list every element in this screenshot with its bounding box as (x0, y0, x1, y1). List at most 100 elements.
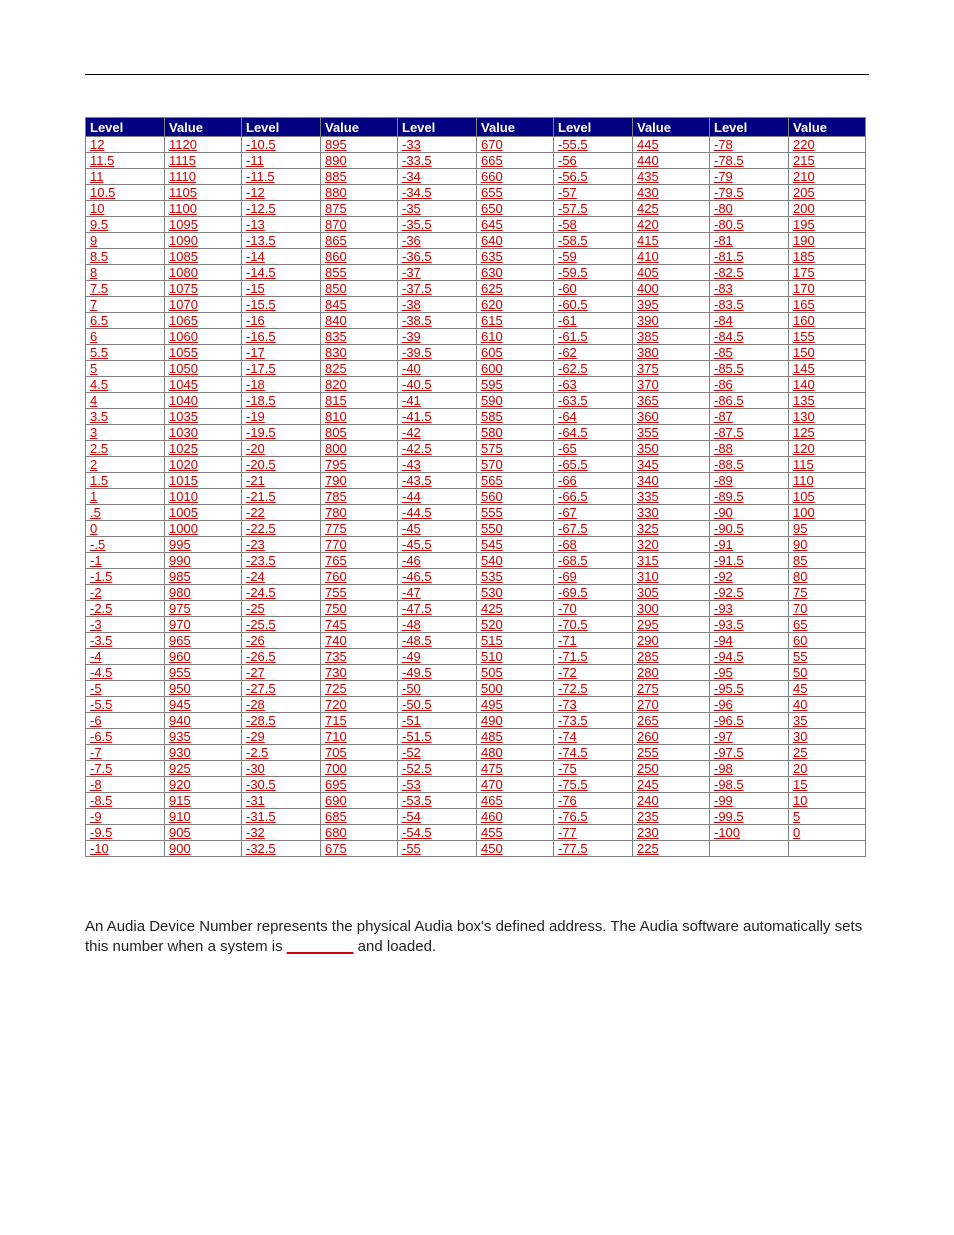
level-link[interactable]: -72 (558, 665, 577, 680)
level-link[interactable]: -26 (246, 633, 265, 648)
compiled-link[interactable]: ________ (287, 938, 354, 955)
value-link[interactable]: 350 (637, 441, 659, 456)
level-link[interactable]: -100 (714, 825, 740, 840)
level-link[interactable]: -92 (714, 569, 733, 584)
value-link[interactable]: 600 (481, 361, 503, 376)
value-link[interactable]: 675 (325, 841, 347, 856)
level-link[interactable]: -1 (90, 553, 102, 568)
level-link[interactable]: -17 (246, 345, 265, 360)
level-link[interactable]: 2.5 (90, 441, 108, 456)
level-link[interactable]: -32.5 (246, 841, 276, 856)
value-link[interactable]: 225 (637, 841, 659, 856)
level-link[interactable]: -81.5 (714, 249, 744, 264)
value-link[interactable]: 290 (637, 633, 659, 648)
level-link[interactable]: -76 (558, 793, 577, 808)
value-link[interactable]: 535 (481, 569, 503, 584)
level-link[interactable]: -64.5 (558, 425, 588, 440)
value-link[interactable]: 495 (481, 697, 503, 712)
value-link[interactable]: 95 (793, 521, 807, 536)
value-link[interactable]: 365 (637, 393, 659, 408)
level-link[interactable]: -75 (558, 761, 577, 776)
level-link[interactable]: .5 (90, 505, 101, 520)
level-link[interactable]: -14.5 (246, 265, 276, 280)
level-link[interactable]: -70.5 (558, 617, 588, 632)
level-link[interactable]: 7.5 (90, 281, 108, 296)
value-link[interactable]: 560 (481, 489, 503, 504)
value-link[interactable]: 1115 (169, 153, 196, 168)
value-link[interactable]: 0 (793, 825, 800, 840)
value-link[interactable]: 810 (325, 409, 347, 424)
level-link[interactable]: -38.5 (402, 313, 432, 328)
level-link[interactable]: -10.5 (246, 137, 276, 152)
level-link[interactable]: 8.5 (90, 249, 108, 264)
value-link[interactable]: 1085 (169, 249, 198, 264)
value-link[interactable]: 310 (637, 569, 659, 584)
level-link[interactable]: 12 (90, 137, 104, 152)
level-link[interactable]: -7 (90, 745, 102, 760)
value-link[interactable]: 450 (481, 841, 503, 856)
value-link[interactable]: 195 (793, 217, 815, 232)
level-link[interactable]: 8 (90, 265, 97, 280)
level-link[interactable]: -3 (90, 617, 102, 632)
level-link[interactable]: 10 (90, 201, 104, 216)
value-link[interactable]: 970 (169, 617, 191, 632)
level-link[interactable]: -19.5 (246, 425, 276, 440)
value-link[interactable]: 705 (325, 745, 347, 760)
value-link[interactable]: 595 (481, 377, 503, 392)
level-link[interactable]: 9.5 (90, 217, 108, 232)
level-link[interactable]: -68.5 (558, 553, 588, 568)
level-link[interactable]: -.5 (90, 537, 105, 552)
level-link[interactable]: -45.5 (402, 537, 432, 552)
value-link[interactable]: 240 (637, 793, 659, 808)
level-link[interactable]: -57.5 (558, 201, 588, 216)
value-link[interactable]: 470 (481, 777, 503, 792)
value-link[interactable]: 785 (325, 489, 347, 504)
value-link[interactable]: 175 (793, 265, 815, 280)
level-link[interactable]: -84.5 (714, 329, 744, 344)
level-link[interactable]: -62.5 (558, 361, 588, 376)
value-link[interactable]: 315 (637, 553, 659, 568)
value-link[interactable]: 890 (325, 153, 347, 168)
value-link[interactable]: 610 (481, 329, 503, 344)
value-link[interactable]: 585 (481, 409, 503, 424)
level-link[interactable]: -4.5 (90, 665, 112, 680)
level-link[interactable]: -6.5 (90, 729, 112, 744)
value-link[interactable]: 870 (325, 217, 347, 232)
level-link[interactable]: -21.5 (246, 489, 276, 504)
value-link[interactable]: 115 (793, 457, 814, 472)
level-link[interactable]: -97.5 (714, 745, 744, 760)
value-link[interactable]: 790 (325, 473, 347, 488)
value-link[interactable]: 250 (637, 761, 659, 776)
value-link[interactable]: 230 (637, 825, 659, 840)
value-link[interactable]: 360 (637, 409, 659, 424)
level-link[interactable]: -99 (714, 793, 733, 808)
value-link[interactable]: 625 (481, 281, 503, 296)
level-link[interactable]: -34 (402, 169, 421, 184)
level-link[interactable]: -56 (558, 153, 577, 168)
value-link[interactable]: 265 (637, 713, 659, 728)
value-link[interactable]: 165 (793, 297, 815, 312)
level-link[interactable]: -30.5 (246, 777, 276, 792)
level-link[interactable]: -28.5 (246, 713, 276, 728)
value-link[interactable]: 295 (637, 617, 659, 632)
level-link[interactable]: -58 (558, 217, 577, 232)
level-link[interactable]: -88 (714, 441, 733, 456)
value-link[interactable]: 1070 (169, 297, 198, 312)
level-link[interactable]: -62 (558, 345, 577, 360)
level-link[interactable]: -46 (402, 553, 421, 568)
value-link[interactable]: 730 (325, 665, 347, 680)
value-link[interactable]: 1080 (169, 265, 198, 280)
level-link[interactable]: -45 (402, 521, 421, 536)
value-link[interactable]: 1120 (169, 137, 197, 152)
value-link[interactable]: 620 (481, 297, 503, 312)
value-link[interactable]: 255 (637, 745, 659, 760)
level-link[interactable]: -61 (558, 313, 577, 328)
value-link[interactable]: 105 (793, 489, 815, 504)
level-link[interactable]: -53 (402, 777, 421, 792)
value-link[interactable]: 70 (793, 601, 807, 616)
level-link[interactable]: 3 (90, 425, 97, 440)
level-link[interactable]: -29 (246, 729, 265, 744)
value-link[interactable]: 1110 (169, 169, 196, 184)
value-link[interactable]: 480 (481, 745, 503, 760)
value-link[interactable]: 1025 (169, 441, 198, 456)
